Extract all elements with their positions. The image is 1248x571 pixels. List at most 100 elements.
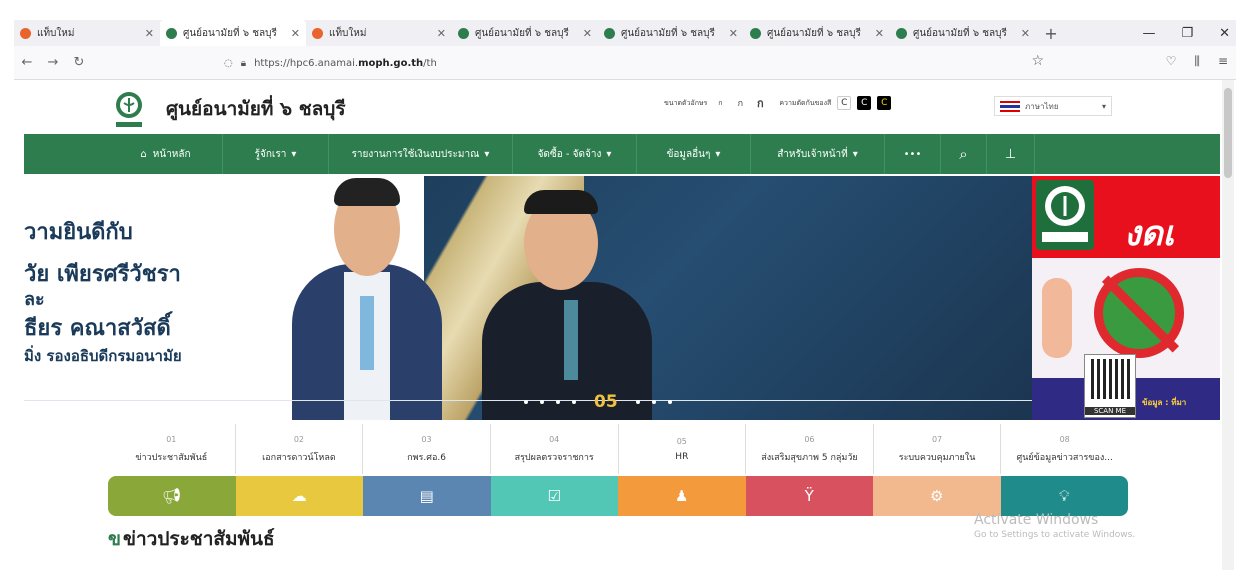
person-icon[interactable]: ♟ bbox=[618, 476, 746, 516]
close-icon[interactable]: ✕ bbox=[729, 27, 738, 40]
activate-windows-watermark: Activate Windows Go to Settings to activ… bbox=[974, 512, 1136, 540]
close-icon[interactable]: ✕ bbox=[583, 27, 592, 40]
site-favicon-icon bbox=[604, 27, 615, 39]
department-logo[interactable] bbox=[112, 90, 146, 130]
font-small-button[interactable]: ก bbox=[713, 96, 727, 110]
hair-1 bbox=[334, 178, 400, 206]
menu-item-other-info[interactable]: ข้อมูลอื่นๆ ▾ bbox=[637, 134, 751, 174]
banner-position: มิ่ง รองอธิบดีกรมอนามัย bbox=[24, 347, 182, 365]
menu-item-about[interactable]: รู้จักเรา ▾ bbox=[223, 134, 329, 174]
shield-icon: ◌ bbox=[224, 57, 233, 69]
tab-info-center[interactable]: 08 ศูนย์ข้อมูลข่าวสารของ... bbox=[1001, 424, 1128, 474]
tab-news[interactable]: 01 ข่าวประชาสัมพันธ์ bbox=[108, 424, 236, 474]
chevron-down-icon: ▾ bbox=[484, 148, 490, 160]
tab-health-promotion[interactable]: 06 ส่งเสริมสุขภาพ 5 กลุ่มวัย bbox=[746, 424, 874, 474]
banner-slider[interactable]: วามยินดีกับ วัย เพียรศรีวัชรา ละ ธียร คณ… bbox=[24, 176, 1220, 420]
menu-item-budget-report[interactable]: รายงานการใช้เงินงบประมาณ ▾ bbox=[329, 134, 513, 174]
bookmark-star-icon[interactable]: ☆ bbox=[1031, 53, 1044, 69]
slider-pagination: 05 bbox=[524, 392, 672, 412]
family-icon[interactable]: Ÿ bbox=[745, 476, 873, 516]
close-icon[interactable]: ✕ bbox=[875, 27, 884, 40]
more-button[interactable]: ••• bbox=[885, 134, 941, 174]
contrast-dark-button[interactable]: C bbox=[857, 96, 872, 110]
banner-name-2: ธียร คณาสวัสดิ์ bbox=[24, 316, 171, 341]
promo-panel[interactable]: งดเ SCAN ME ข้อมูล : ที่มา bbox=[1032, 176, 1220, 420]
menu-item-procurement[interactable]: จัดซื้อ - จัดจ้าง ▾ bbox=[513, 134, 637, 174]
qr-code-icon bbox=[1091, 359, 1131, 399]
back-icon[interactable]: ← bbox=[14, 55, 40, 70]
gear-icon[interactable]: ⚙ bbox=[873, 476, 1001, 516]
close-icon[interactable]: ✕ bbox=[437, 27, 446, 40]
chevron-down-icon: ▾ bbox=[715, 148, 721, 160]
window-controls: — ❐ ✕ bbox=[1142, 20, 1230, 46]
browser-tab[interactable]: ศูนย์อนามัยที่ ๖ ชลบุรี ✕ bbox=[452, 20, 598, 46]
menu-icon[interactable]: ≡ bbox=[1218, 54, 1228, 69]
browser-tab[interactable]: แท็บใหม่ ✕ bbox=[306, 20, 452, 46]
contrast-label: ความตัดกันของสี bbox=[779, 98, 832, 107]
news-heading-accent: ข bbox=[108, 528, 121, 550]
chevron-down-icon: ▾ bbox=[1101, 101, 1106, 111]
close-icon[interactable]: ✕ bbox=[145, 27, 154, 40]
page-scrollbar[interactable] bbox=[1222, 80, 1234, 570]
slider-dot[interactable] bbox=[524, 400, 528, 404]
slider-dot[interactable] bbox=[556, 400, 560, 404]
megaphone-icon[interactable]: 📢︎ bbox=[108, 476, 236, 516]
minimize-icon[interactable]: — bbox=[1142, 26, 1155, 41]
sitemap-icon[interactable]: ⊥ bbox=[987, 134, 1035, 174]
browser-tab-active[interactable]: ศูนย์อนามัยที่ ๖ ชลบุรี ✕ bbox=[160, 20, 306, 46]
site-title: ศูนย์อนามัยที่ ๖ ชลบุรี bbox=[166, 98, 346, 120]
tab-opdc[interactable]: 03 กพร.ศอ.6 bbox=[363, 424, 491, 474]
clipboard-check-icon[interactable]: ☑ bbox=[490, 476, 618, 516]
language-select[interactable]: ภาษาไทย ▾ bbox=[994, 96, 1112, 116]
browser-tab[interactable]: แท็บใหม่ ✕ bbox=[14, 20, 160, 46]
site-header: ศูนย์อนามัยที่ ๖ ชลบุรี ขนาดตัวอักษร ก ก… bbox=[24, 80, 1220, 134]
site-favicon-icon bbox=[458, 27, 469, 39]
browser-tab[interactable]: ศูนย์อนามัยที่ ๖ ชลบุรี ✕ bbox=[744, 20, 890, 46]
slider-dot[interactable] bbox=[635, 400, 640, 404]
new-tab-button[interactable]: + bbox=[1036, 24, 1066, 43]
home-icon: ⌂ bbox=[140, 148, 147, 160]
contrast-normal-button[interactable]: C bbox=[837, 96, 852, 110]
tab-downloads[interactable]: 02 เอกสารดาวน์โหลด bbox=[236, 424, 364, 474]
slide-number: 05 bbox=[594, 392, 618, 412]
banner-and: ละ bbox=[24, 289, 45, 310]
url-bar[interactable]: ◌ 🔒︎ https://hpc6.anamai.moph.go.th/th ☆ bbox=[224, 51, 1048, 75]
tab-hr[interactable]: 05 HR bbox=[619, 424, 747, 474]
tab-internal-control[interactable]: 07 ระบบควบคุมภายใน bbox=[874, 424, 1002, 474]
slider-dot[interactable] bbox=[540, 400, 544, 404]
library-icon[interactable]: ⫼ bbox=[1194, 54, 1200, 69]
department-logo bbox=[1036, 180, 1094, 250]
forward-icon[interactable]: → bbox=[40, 55, 66, 70]
slider-dot[interactable] bbox=[572, 400, 576, 404]
url-text: https://hpc6.anamai.moph.go.th/th bbox=[254, 57, 437, 69]
lightbulb-icon[interactable]: 💡︎ bbox=[1000, 476, 1128, 516]
slider-dot[interactable] bbox=[667, 400, 672, 404]
slider-dot[interactable] bbox=[651, 400, 656, 404]
menu-item-home[interactable]: ⌂ หน้าหลัก bbox=[109, 134, 223, 174]
browser-tab[interactable]: ศูนย์อนามัยที่ ๖ ชลบุรี ✕ bbox=[890, 20, 1036, 46]
contrast-yellow-button[interactable]: C bbox=[877, 96, 892, 110]
qr-code[interactable]: SCAN ME bbox=[1084, 354, 1136, 418]
hair-2 bbox=[524, 190, 598, 214]
firefox-icon bbox=[312, 27, 323, 39]
browser-tab-strip: แท็บใหม่ ✕ ศูนย์อนามัยที่ ๖ ชลบุรี ✕ แท็บใ… bbox=[14, 20, 1236, 46]
tab-inspection-summary[interactable]: 04 สรุปผลตรวจราชการ bbox=[491, 424, 619, 474]
font-large-button[interactable]: ก bbox=[753, 96, 767, 110]
quick-tabs: 01 ข่าวประชาสัมพันธ์ 02 เอกสารดาวน์โหลด 03… bbox=[108, 424, 1128, 474]
browser-tab[interactable]: ศูนย์อนามัยที่ ๖ ชลบุรี ✕ bbox=[598, 20, 744, 46]
scrollbar-thumb[interactable] bbox=[1224, 88, 1232, 178]
document-icon[interactable]: ▤ bbox=[363, 476, 491, 516]
cloud-download-icon[interactable]: ☁ bbox=[235, 476, 363, 516]
close-icon[interactable]: ✕ bbox=[1021, 27, 1030, 40]
menu-item-staff[interactable]: สำหรับเจ้าหน้าที่ ▾ bbox=[751, 134, 885, 174]
restore-icon[interactable]: ❐ bbox=[1181, 26, 1193, 41]
close-icon[interactable]: ✕ bbox=[291, 27, 300, 40]
reload-icon[interactable]: ↻ bbox=[66, 55, 92, 70]
font-medium-button[interactable]: ก bbox=[733, 96, 747, 110]
close-window-icon[interactable]: ✕ bbox=[1219, 26, 1230, 41]
toolbar-right: ♡ ⫼ ≡ bbox=[1166, 54, 1228, 69]
pocket-icon[interactable]: ♡ bbox=[1166, 54, 1177, 69]
browser-toolbar: ← → ↻ ◌ 🔒︎ https://hpc6.anamai.moph.go.t… bbox=[14, 46, 1236, 80]
chevron-down-icon: ▾ bbox=[291, 148, 297, 160]
search-icon[interactable]: ⌕ bbox=[941, 134, 987, 174]
